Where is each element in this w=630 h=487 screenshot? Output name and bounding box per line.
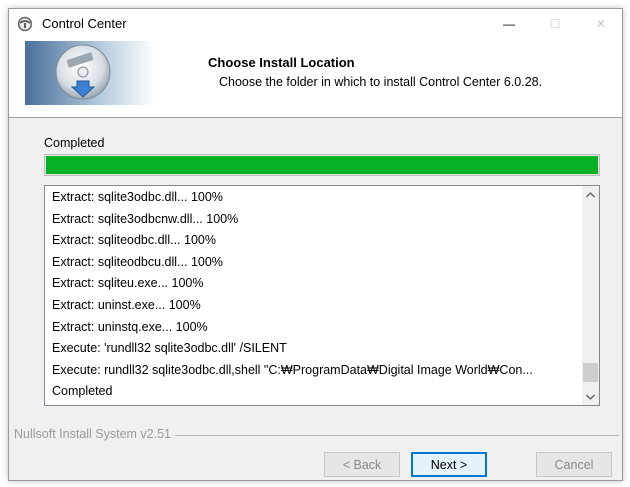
- title-bar[interactable]: Control Center — ☐ ✕: [9, 9, 622, 39]
- log-line: Completed: [52, 384, 113, 399]
- log-line: Extract: uninstq.exe... 100%: [52, 319, 208, 334]
- window-title: Control Center: [42, 16, 127, 31]
- log-line: Extract: sqliteu.exe... 100%: [52, 276, 204, 291]
- log-line: Extract: sqlite3odbc.dll... 100%: [52, 190, 223, 204]
- maximize-button[interactable]: ☐: [532, 9, 578, 39]
- app-icon: [17, 16, 33, 32]
- close-icon: ✕: [595, 17, 607, 31]
- installer-window: Control Center — ☐ ✕ Choose Install Loca…: [8, 8, 623, 481]
- install-progress-bar: [44, 154, 600, 176]
- status-label: Completed: [44, 136, 105, 150]
- scroll-thumb[interactable]: [583, 363, 598, 382]
- log-lines: Extract: sqlite3odbc.dll... 100% Extract:…: [52, 187, 577, 403]
- log-line: Extract: sqliteodbc.dll... 100%: [52, 233, 216, 248]
- install-log-list[interactable]: Extract: sqlite3odbc.dll... 100% Extract:…: [44, 185, 600, 406]
- page-subtitle: Choose the folder in which to install Co…: [219, 75, 543, 89]
- minimize-button[interactable]: —: [486, 9, 532, 39]
- next-button[interactable]: Next >: [411, 452, 487, 477]
- back-button[interactable]: < Back: [324, 452, 400, 477]
- maximize-icon: ☐: [549, 17, 561, 31]
- close-button[interactable]: ✕: [578, 9, 624, 39]
- scroll-up-button[interactable]: [582, 186, 599, 203]
- page-title: Choose Install Location: [208, 55, 355, 70]
- installer-disc-icon: [25, 41, 155, 105]
- chevron-down-icon: [586, 394, 595, 400]
- log-line: Execute: 'rundll32 sqlite3odbc.dll' /SIL…: [52, 341, 287, 356]
- log-scrollbar[interactable]: [582, 186, 599, 405]
- scroll-down-button[interactable]: [582, 388, 599, 405]
- log-line: Extract: sqlite3odbcnw.dll... 100%: [52, 211, 239, 226]
- cancel-button[interactable]: Cancel: [536, 452, 612, 477]
- log-line: Extract: uninst.exe... 100%: [52, 297, 201, 312]
- minimize-icon: —: [503, 17, 515, 31]
- wizard-header: Choose Install Location Choose the folde…: [9, 39, 622, 118]
- progress-fill: [46, 156, 598, 174]
- installer-brand-label: Nullsoft Install System v2.51: [14, 427, 176, 441]
- chevron-up-icon: [586, 191, 595, 197]
- log-line: Execute: rundll32 sqlite3odbc.dll,shell …: [52, 362, 533, 377]
- log-line: Extract: sqliteodbcu.dll... 100%: [52, 254, 223, 269]
